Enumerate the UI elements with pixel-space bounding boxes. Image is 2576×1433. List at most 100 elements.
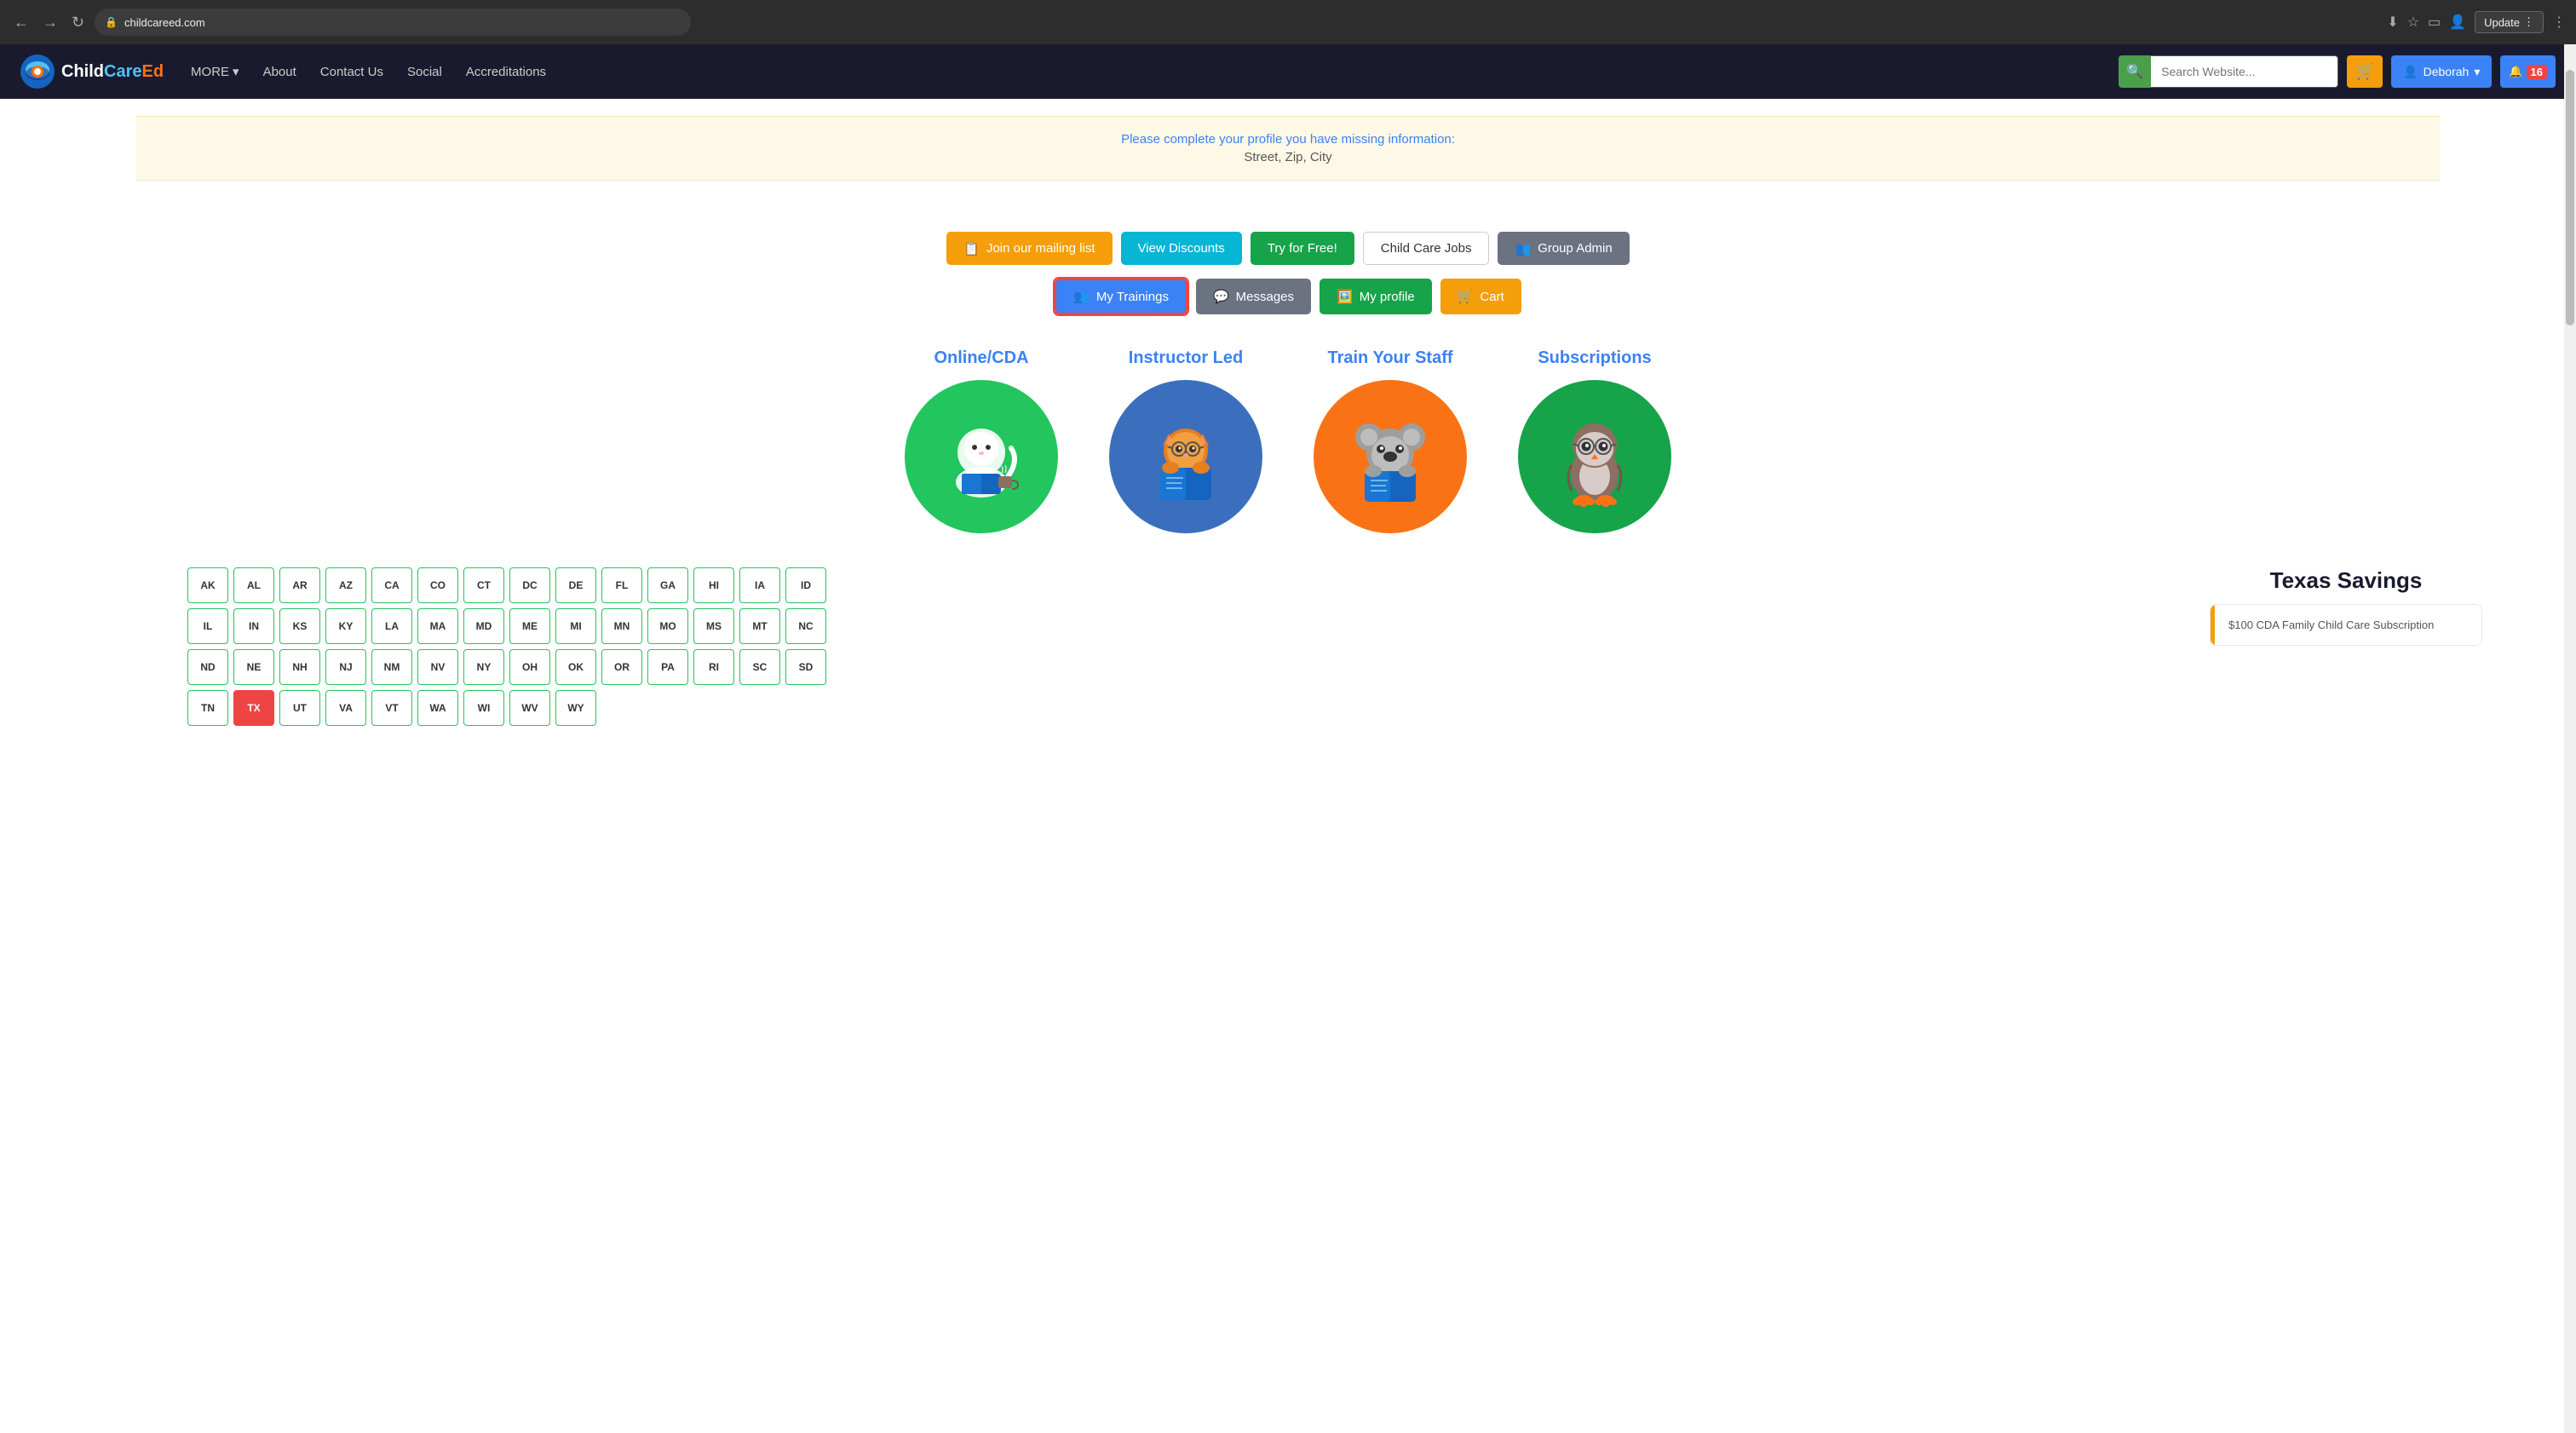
category-subscriptions[interactable]: Subscriptions [1518, 348, 1671, 533]
group-admin-button[interactable]: 👥 Group Admin [1498, 232, 1629, 265]
state-button-az[interactable]: AZ [325, 567, 366, 603]
state-button-nv[interactable]: NV [417, 649, 458, 685]
state-button-in[interactable]: IN [233, 608, 274, 644]
notifications-button[interactable]: 🔔 16 [2500, 55, 2556, 88]
state-button-sc[interactable]: SC [739, 649, 780, 685]
state-button-de[interactable]: DE [555, 567, 596, 603]
state-button-ma[interactable]: MA [417, 608, 458, 644]
reload-button[interactable]: ↻ [68, 11, 88, 33]
state-button-il[interactable]: IL [187, 608, 228, 644]
notification-badge: 16 [2527, 65, 2547, 79]
category-instructor-led[interactable]: Instructor Led [1109, 348, 1262, 533]
state-button-nj[interactable]: NJ [325, 649, 366, 685]
search-input[interactable] [2151, 55, 2338, 88]
state-button-oh[interactable]: OH [509, 649, 550, 685]
state-button-mn[interactable]: MN [601, 608, 642, 644]
back-button[interactable]: ← [10, 11, 32, 33]
nav-contact[interactable]: Contact Us [310, 58, 394, 86]
state-button-fl[interactable]: FL [601, 567, 642, 603]
state-button-tn[interactable]: TN [187, 690, 228, 726]
state-button-wi[interactable]: WI [463, 690, 504, 726]
scrollbar[interactable] [2564, 44, 2576, 1433]
download-icon[interactable]: ⬇ [2387, 14, 2398, 31]
user-menu-button[interactable]: 👤 Deborah ▾ [2391, 55, 2492, 88]
state-button-ok[interactable]: OK [555, 649, 596, 685]
view-discounts-button[interactable]: View Discounts [1121, 232, 1242, 265]
state-button-ga[interactable]: GA [647, 567, 688, 603]
state-button-la[interactable]: LA [371, 608, 412, 644]
state-button-ks[interactable]: KS [279, 608, 320, 644]
state-button-ar[interactable]: AR [279, 567, 320, 603]
scrollbar-thumb[interactable] [2566, 70, 2574, 325]
state-button-wv[interactable]: WV [509, 690, 550, 726]
user-chevron-icon: ▾ [2474, 65, 2480, 79]
nav-about[interactable]: About [253, 58, 307, 86]
brand-logo-link[interactable]: ChildCareEd [20, 55, 164, 89]
state-button-tx[interactable]: TX [233, 690, 274, 726]
main-navbar: ChildCareEd MORE ▾ About Contact Us Soci… [0, 44, 2576, 99]
savings-card-inner: $100 CDA Family Child Care Subscription [2211, 605, 2481, 645]
state-button-ca[interactable]: CA [371, 567, 412, 603]
cart-button[interactable]: 🛒 Cart [1440, 279, 1521, 314]
nav-accreditations[interactable]: Accreditations [456, 58, 556, 86]
state-button-hi[interactable]: HI [693, 567, 734, 603]
nav-social[interactable]: Social [397, 58, 452, 86]
state-button-al[interactable]: AL [233, 567, 274, 603]
state-button-va[interactable]: VA [325, 690, 366, 726]
state-button-nm[interactable]: NM [371, 649, 412, 685]
search-container: 🔍 [2119, 55, 2338, 88]
alert-line1[interactable]: Please complete your profile you have mi… [153, 132, 2423, 147]
state-button-md[interactable]: MD [463, 608, 504, 644]
state-button-id[interactable]: ID [785, 567, 826, 603]
category-train-staff-circle [1314, 380, 1467, 533]
my-profile-button[interactable]: 🖼️ My profile [1320, 279, 1432, 314]
state-button-pa[interactable]: PA [647, 649, 688, 685]
profile-icon[interactable]: 👤 [2449, 14, 2466, 31]
state-button-ky[interactable]: KY [325, 608, 366, 644]
browser-chrome: ← → ↻ 🔒 childcareed.com ⬇ ☆ ▭ 👤 Update ⋮… [0, 0, 2576, 44]
state-button-ri[interactable]: RI [693, 649, 734, 685]
state-button-or[interactable]: OR [601, 649, 642, 685]
search-button[interactable]: 🔍 [2119, 55, 2151, 88]
state-button-dc[interactable]: DC [509, 567, 550, 603]
state-button-nc[interactable]: NC [785, 608, 826, 644]
state-button-ia[interactable]: IA [739, 567, 780, 603]
star-icon[interactable]: ☆ [2407, 14, 2419, 31]
state-button-co[interactable]: CO [417, 567, 458, 603]
state-button-vt[interactable]: VT [371, 690, 412, 726]
state-button-sd[interactable]: SD [785, 649, 826, 685]
state-button-mt[interactable]: MT [739, 608, 780, 644]
state-button-mi[interactable]: MI [555, 608, 596, 644]
category-online-cda[interactable]: Online/CDA [905, 348, 1058, 533]
child-care-jobs-button[interactable]: Child Care Jobs [1363, 232, 1490, 265]
state-button-nd[interactable]: ND [187, 649, 228, 685]
my-trainings-button[interactable]: 👥 My Trainings [1055, 279, 1187, 314]
state-button-ny[interactable]: NY [463, 649, 504, 685]
mailing-list-button[interactable]: 📋 Join our mailing list [946, 232, 1112, 265]
cart-btn-icon: 🛒 [1458, 289, 1474, 304]
navbar-cart-button[interactable]: 🛒 [2347, 55, 2383, 88]
state-button-wa[interactable]: WA [417, 690, 458, 726]
state-button-ut[interactable]: UT [279, 690, 320, 726]
more-chevron-icon: ▾ [233, 64, 239, 79]
state-button-ms[interactable]: MS [693, 608, 734, 644]
state-button-ct[interactable]: CT [463, 567, 504, 603]
menu-icon[interactable]: ⋮ [2552, 14, 2566, 31]
nav-more[interactable]: MORE ▾ [181, 57, 250, 86]
state-button-ne[interactable]: NE [233, 649, 274, 685]
ext-icon[interactable]: ▭ [2428, 14, 2441, 31]
state-button-nh[interactable]: NH [279, 649, 320, 685]
address-bar[interactable]: 🔒 childcareed.com [95, 9, 691, 36]
state-button-me[interactable]: ME [509, 608, 550, 644]
messages-button[interactable]: 💬 Messages [1196, 279, 1311, 314]
forward-button[interactable]: → [39, 11, 61, 33]
owl-svg [1539, 401, 1650, 512]
state-button-mo[interactable]: MO [647, 608, 688, 644]
alert-line2: Street, Zip, City [153, 150, 2423, 164]
state-button-wy[interactable]: WY [555, 690, 596, 726]
try-free-button[interactable]: Try for Free! [1251, 232, 1354, 265]
update-button[interactable]: Update ⋮ [2475, 11, 2544, 33]
category-subscriptions-title: Subscriptions [1538, 348, 1651, 368]
category-train-staff[interactable]: Train Your Staff [1314, 348, 1467, 533]
state-button-ak[interactable]: AK [187, 567, 228, 603]
